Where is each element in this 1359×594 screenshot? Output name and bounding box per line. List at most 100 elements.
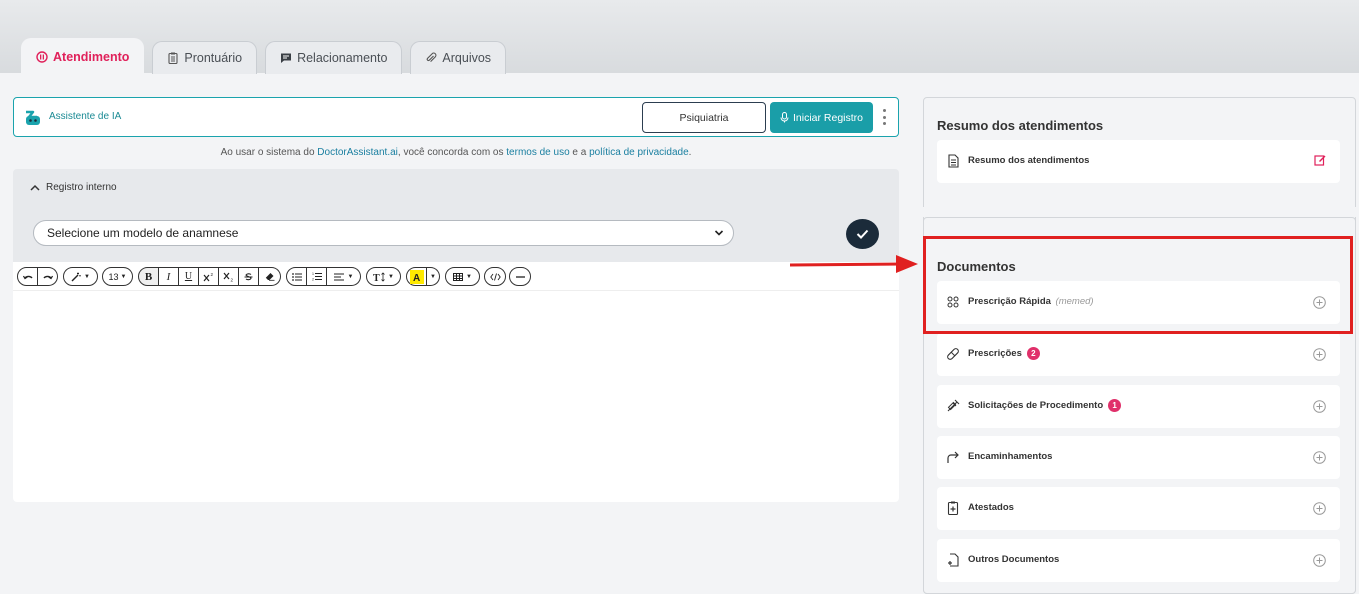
minus-icon [515, 275, 525, 278]
table-icon [453, 272, 464, 281]
start-recording-button[interactable]: Iniciar Registro [770, 102, 873, 133]
tab-arquivos[interactable]: Arquivos [410, 41, 507, 74]
redo-icon [42, 275, 53, 279]
add-circle-icon[interactable] [1313, 348, 1326, 361]
ai-assistant-bar: Assistente de IA Psiquiatria Iniciar Reg… [13, 97, 899, 137]
privacy-link[interactable]: política de privacidade [589, 147, 689, 158]
document-icon [948, 154, 959, 168]
doc-label: Encaminhamentos [968, 451, 1053, 462]
consent-prefix: Ao usar o sistema do [220, 147, 318, 158]
chat-icon [281, 53, 292, 63]
editor-toolbar: ▼ 13 ▼ B I U 2 2 12 ▼ T ▼ A ▼ ▼ [13, 262, 899, 291]
consent-text: Ao usar o sistema do DoctorAssistant.ai,… [13, 147, 899, 158]
more-options-icon[interactable] [880, 109, 888, 125]
pill-icon [947, 348, 959, 360]
subscript-button[interactable]: 2 [219, 267, 239, 286]
italic-button[interactable]: I [159, 267, 179, 286]
resumo-card[interactable]: Resumo dos atendimentos [937, 140, 1340, 183]
resumo-title: Resumo dos atendimentos [937, 118, 1104, 133]
redo-button[interactable] [38, 267, 58, 286]
paperclip-icon [427, 52, 437, 62]
tab-label: Atendimento [53, 49, 130, 64]
subscript-icon: 2 [223, 272, 233, 282]
consent-suffix: . [688, 147, 692, 158]
clipboard-icon [168, 52, 178, 64]
doc-item-solicitacoes[interactable]: Solicitações de Procedimento 1 [937, 385, 1340, 428]
registro-interno-toggle[interactable]: Registro interno [30, 182, 117, 193]
microphone-icon [780, 112, 789, 123]
doc-item-prescricoes[interactable]: Prescrições 2 [937, 333, 1340, 376]
forward-arrow-icon [947, 451, 959, 463]
add-circle-icon[interactable] [1313, 502, 1326, 515]
confirm-template-button[interactable] [846, 219, 879, 249]
bullet-list-button[interactable] [286, 267, 307, 286]
strikethrough-button[interactable] [239, 267, 259, 286]
doc-item-encaminhamentos[interactable]: Encaminhamentos [937, 436, 1340, 479]
svg-text:2: 2 [230, 277, 233, 282]
svg-text:A: A [413, 273, 420, 284]
code-view-button[interactable] [484, 267, 506, 286]
svg-text:T: T [373, 273, 380, 282]
select-value: Selecione um modelo de anamnese [47, 226, 239, 240]
tab-label: Relacionamento [297, 51, 388, 65]
doc-item-outros[interactable]: Outros Documentos [937, 539, 1340, 582]
document-add-icon [948, 553, 959, 567]
doc-label: Prescrições 2 [968, 347, 1040, 360]
edit-icon[interactable] [1314, 154, 1326, 166]
specialty-button[interactable]: Psiquiatria [642, 102, 766, 133]
numbered-list-button[interactable]: 12 [307, 267, 327, 286]
doctorassistant-link[interactable]: DoctorAssistant.ai [317, 147, 398, 158]
undo-button[interactable] [17, 267, 38, 286]
text-color-button[interactable]: A [406, 267, 427, 286]
medical-certificate-icon [947, 501, 959, 515]
superscript-button[interactable]: 2 [199, 267, 219, 286]
tab-prontuario[interactable]: Prontuário [152, 41, 258, 74]
font-size-value: 13 [108, 271, 119, 282]
superscript-icon: 2 [203, 272, 213, 281]
text-height-dropdown[interactable]: T ▼ [366, 267, 401, 286]
eraser-icon [265, 273, 274, 281]
anamnese-template-select[interactable]: Selecione um modelo de anamnese [33, 220, 734, 246]
syringe-icon [947, 399, 960, 412]
terms-link[interactable]: termos de uso [506, 147, 569, 158]
font-size-dropdown[interactable]: 13 ▼ [102, 267, 133, 286]
doc-label: Solicitações de Procedimento 1 [968, 399, 1122, 412]
doc-item-atestados[interactable]: Atestados [937, 487, 1340, 530]
count-badge: 1 [1108, 399, 1122, 412]
svg-text:2: 2 [210, 272, 213, 277]
horizontal-rule-button[interactable] [509, 267, 531, 286]
highlight-color-icon: A [409, 269, 424, 284]
table-dropdown[interactable]: ▼ [445, 267, 480, 286]
doc-label: Outros Documentos [968, 554, 1060, 565]
consent-and: e a [569, 147, 590, 158]
consent-middle: , você concorda com os [397, 147, 507, 158]
ai-robot-icon [26, 110, 40, 125]
tab-label: Prontuário [184, 51, 243, 65]
panel-gap [923, 207, 1356, 217]
code-icon [489, 272, 501, 281]
doc-label: Atestados [968, 502, 1014, 513]
ai-assistant-label: Assistente de IA [49, 111, 122, 122]
registro-interno-panel: Registro interno Selecione um modelo de … [13, 169, 899, 262]
align-left-icon [333, 273, 344, 280]
undo-icon [22, 275, 33, 279]
count-badge: 2 [1026, 347, 1040, 360]
strikethrough-icon [244, 272, 253, 280]
add-circle-icon[interactable] [1313, 400, 1326, 413]
clear-format-button[interactable] [259, 267, 281, 286]
add-circle-icon[interactable] [1313, 451, 1326, 464]
color-dropdown[interactable]: ▼ [427, 267, 440, 286]
style-dropdown[interactable]: ▼ [63, 267, 98, 286]
rich-text-editor[interactable] [13, 291, 899, 502]
tab-relacionamento[interactable]: Relacionamento [265, 41, 403, 74]
paragraph-align-dropdown[interactable]: ▼ [327, 267, 361, 286]
bold-button[interactable]: B [138, 267, 159, 286]
start-recording-label: Iniciar Registro [792, 111, 864, 124]
add-circle-icon[interactable] [1313, 554, 1326, 567]
bullet-list-icon [291, 272, 302, 281]
chevron-down-icon [714, 230, 724, 236]
tab-atendimento[interactable]: Atendimento [21, 38, 145, 74]
checkmark-icon [856, 229, 869, 239]
chevron-up-icon [30, 184, 40, 191]
underline-button[interactable]: U [179, 267, 199, 286]
